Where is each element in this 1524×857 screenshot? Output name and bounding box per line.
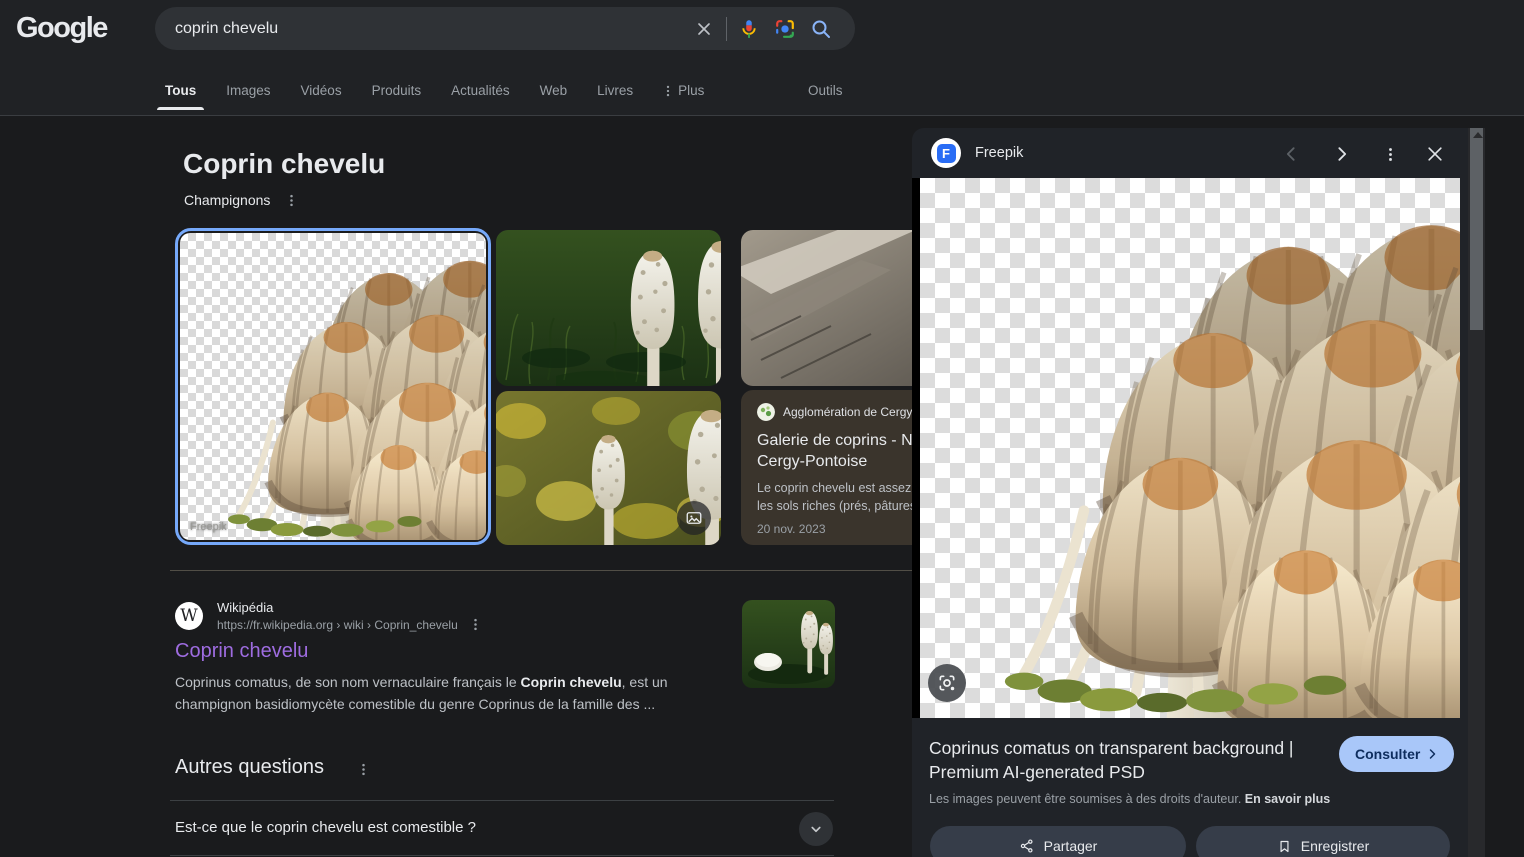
copyright-notice: Les images peuvent être soumises à des d…: [929, 792, 1330, 806]
chevron-left-icon: [1282, 144, 1302, 164]
tab-images[interactable]: Images: [224, 79, 272, 110]
share-icon: [1019, 838, 1035, 854]
lens-camera-icon: [937, 673, 957, 693]
result-kebab-icon[interactable]: [468, 617, 483, 632]
scrollbar-thumb[interactable]: [1470, 128, 1483, 330]
learn-more-link[interactable]: En savoir plus: [1245, 792, 1330, 806]
google-search-page: Google: [0, 0, 1524, 857]
chevron-right-icon: [1426, 748, 1438, 760]
paa-divider-top: [170, 800, 834, 801]
tab-videos[interactable]: Vidéos: [299, 79, 344, 110]
image-watermark: Freepik: [190, 521, 227, 533]
image-type-badge: [677, 501, 711, 535]
tab-web[interactable]: Web: [538, 79, 570, 110]
tab-more[interactable]: Plus: [661, 83, 704, 106]
image-icon: [685, 509, 703, 527]
section-divider: [170, 570, 912, 571]
previous-image-button[interactable]: [1280, 142, 1304, 166]
panel-header: F Freepik: [912, 128, 1468, 178]
result-type-tabs: Tous Images Vidéos Produits Actualités W…: [163, 79, 704, 110]
tab-tous[interactable]: Tous: [163, 79, 198, 110]
more-vertical-icon: [661, 84, 675, 98]
image-result-autumn[interactable]: [496, 391, 721, 545]
wikipedia-favicon: W: [175, 602, 203, 630]
paa-kebab-icon[interactable]: [356, 762, 371, 777]
topic-chip-row: Champignons: [184, 192, 299, 208]
image-result-grass[interactable]: [496, 230, 721, 386]
bookmark-icon: [1277, 839, 1292, 854]
wikipedia-snippet: Coprinus comatus, de son nom vernaculair…: [175, 672, 697, 715]
chip-kebab-icon[interactable]: [284, 193, 299, 208]
search-input[interactable]: [175, 20, 686, 38]
mushroom-cluster-image: [920, 178, 1460, 718]
preview-image[interactable]: [920, 178, 1460, 718]
chevron-down-icon: [807, 820, 825, 838]
freepik-logo: F: [931, 138, 961, 168]
panel-menu-button[interactable]: [1378, 142, 1402, 166]
more-vertical-icon: [1382, 146, 1399, 163]
paa-question[interactable]: Est-ce que le coprin chevelu est comesti…: [175, 819, 476, 836]
share-button[interactable]: Partager: [930, 826, 1186, 857]
header: Google: [0, 0, 1524, 116]
site-name: Agglomération de Cergy-: [783, 405, 916, 419]
google-logo[interactable]: Google: [16, 12, 107, 45]
panel-close-button[interactable]: [1423, 142, 1447, 166]
page-title: Coprin chevelu: [183, 148, 385, 180]
search-inside-image-button[interactable]: [928, 664, 966, 702]
topic-chip[interactable]: Champignons: [184, 192, 270, 208]
panel-source-name[interactable]: Freepik: [975, 145, 1023, 161]
save-button[interactable]: Enregistrer: [1196, 826, 1450, 857]
voice-search-icon[interactable]: [731, 11, 767, 47]
wikipedia-url: https://fr.wikipedia.org › wiki › Coprin…: [217, 618, 458, 632]
preview-image-title: Coprinus comatus on transparent backgrou…: [929, 736, 1324, 784]
grass-mushrooms-photo: [496, 230, 721, 386]
search-submit-icon[interactable]: [803, 11, 839, 47]
wikipedia-result-thumbnail[interactable]: [742, 600, 835, 688]
tab-more-label: Plus: [678, 83, 704, 98]
scrollbar-track[interactable]: [1468, 128, 1485, 857]
tools-button[interactable]: Outils: [808, 83, 843, 98]
image-stage: [912, 178, 1460, 718]
paa-expand-button[interactable]: [799, 812, 833, 846]
wikipedia-result-link[interactable]: Coprin chevelu: [175, 640, 308, 663]
wikipedia-site-name: Wikipédia: [217, 600, 273, 615]
image-result-selected[interactable]: Freepik: [175, 228, 491, 545]
chevron-right-icon: [1331, 144, 1351, 164]
paa-heading: Autres questions: [175, 756, 324, 779]
close-icon: [1425, 144, 1445, 164]
image-preview-panel: F Freepik: [912, 128, 1468, 857]
search-divider: [726, 17, 727, 41]
mushroom-cluster-thumbnail: [180, 233, 486, 540]
tab-produits[interactable]: Produits: [370, 79, 424, 110]
next-image-button[interactable]: [1329, 142, 1353, 166]
paa-divider-bottom: [170, 855, 834, 856]
scroll-up-arrow: [1473, 132, 1483, 138]
tab-livres[interactable]: Livres: [595, 79, 635, 110]
clear-search-icon[interactable]: [686, 11, 722, 47]
site-favicon: [757, 403, 775, 421]
search-bar[interactable]: [155, 7, 855, 50]
tab-actualites[interactable]: Actualités: [449, 79, 512, 110]
google-lens-icon[interactable]: [767, 11, 803, 47]
visit-site-button[interactable]: Consulter: [1339, 736, 1454, 772]
